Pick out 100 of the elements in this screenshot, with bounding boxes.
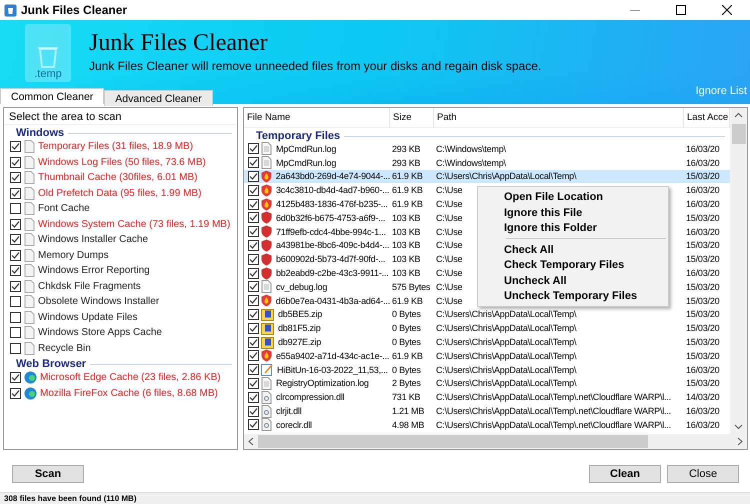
last-access-date: 16/03/20 <box>686 144 720 154</box>
scan-area-item[interactable]: Temporary Files (31 files, 18.9 MB) <box>38 141 194 152</box>
scan-area-item[interactable]: Windows Store Apps Cache <box>38 327 162 338</box>
checkbox[interactable] <box>248 364 259 376</box>
file-path: C:\Use <box>436 226 462 237</box>
scan-area-item[interactable]: Windows Installer Cache <box>38 234 148 246</box>
checkbox[interactable] <box>248 281 259 292</box>
checkbox[interactable] <box>248 406 259 417</box>
checkbox[interactable] <box>10 312 21 323</box>
close-button[interactable]: Close <box>667 464 739 482</box>
shield-icon <box>261 294 272 308</box>
checkbox[interactable] <box>248 336 259 348</box>
status-text: 308 files have been found (110 MB) <box>0 492 750 504</box>
scan-area-item[interactable]: Font Cache <box>38 203 90 214</box>
checkbox[interactable] <box>10 172 21 184</box>
file-path: C:\Users\Chris\AppData\Local\Temp\ <box>436 350 576 361</box>
file-path: C:\Users\Chris\AppData\Local\Temp\.net\Cloudflare WARP\l... <box>436 392 671 402</box>
checkbox[interactable] <box>248 295 259 306</box>
shield-icon <box>261 198 272 211</box>
gear-file-icon <box>261 418 272 432</box>
checkbox[interactable] <box>10 265 21 276</box>
file-icon <box>24 280 35 293</box>
tab[interactable]: Common Cleaner <box>0 88 104 104</box>
checkbox[interactable] <box>248 226 259 238</box>
checkbox[interactable] <box>248 170 259 182</box>
checkbox[interactable] <box>248 157 259 168</box>
scan-area-item[interactable]: Windows System Cache (73 files, 1.19 MB) <box>38 218 230 230</box>
vertical-scrollbar[interactable] <box>730 108 747 434</box>
file-name: MpCmdRun.log <box>276 144 336 154</box>
file-path: C:\Use <box>436 199 462 210</box>
scan-area-item[interactable]: Memory Dumps <box>38 250 109 261</box>
menu-item[interactable]: Ignore this Folder <box>478 220 668 236</box>
scan-area-item[interactable]: Microsoft Edge Cache (23 files, 2.86 KB) <box>40 372 221 384</box>
scan-area-item[interactable]: Obsolete Windows Installer <box>38 296 160 308</box>
checkbox[interactable] <box>10 280 21 292</box>
file-name: bb2eabd9-c2be-43c3-9911-... <box>276 268 389 278</box>
clean-button[interactable]: Clean <box>589 464 661 482</box>
checkbox[interactable] <box>248 254 259 265</box>
file-name: db5BE5.zip <box>278 309 322 320</box>
scan-area-item[interactable]: Mozilla FireFox Cache (6 files, 8.68 MB) <box>40 388 218 399</box>
checkbox[interactable] <box>10 388 21 399</box>
file-name: 71ff9efb-cdc4-4bbe-994c-1... <box>276 226 386 237</box>
checkbox[interactable] <box>248 184 259 196</box>
file-name: 4125b483-1836-476f-b235-... <box>276 199 388 210</box>
menu-item[interactable]: Open File Location <box>478 189 668 204</box>
checkbox[interactable] <box>10 234 21 246</box>
checkbox[interactable] <box>10 218 21 230</box>
menu-item[interactable]: Check Temporary Files <box>478 257 668 272</box>
checkbox[interactable] <box>248 240 259 251</box>
checkbox[interactable] <box>10 327 21 338</box>
checkbox[interactable] <box>248 322 259 334</box>
checkbox[interactable] <box>248 350 259 362</box>
checkbox[interactable] <box>248 143 259 154</box>
checkbox[interactable] <box>10 156 21 168</box>
window-title: Junk Files Cleaner <box>21 3 128 17</box>
file-size: 4.98 MB <box>392 420 424 430</box>
column-header[interactable]: File Name <box>244 108 390 127</box>
checkbox[interactable] <box>248 392 259 403</box>
file-name: 6d0b32f6-b675-4753-a6f9-... <box>276 212 386 223</box>
last-access-date: 16/03/20 <box>686 158 720 168</box>
checkbox[interactable] <box>10 188 21 199</box>
tab[interactable]: Advanced Cleaner <box>104 90 213 106</box>
scan-area-item[interactable]: Chkdsk File Fragments <box>38 280 141 292</box>
last-access-date: 16/03/20 <box>686 268 720 278</box>
checkbox[interactable] <box>10 372 21 384</box>
checkbox[interactable] <box>10 342 21 354</box>
scan-area-item[interactable]: Windows Log Files (50 files, 73.6 MB) <box>38 156 206 168</box>
file-path: C:\Use <box>436 240 462 250</box>
checkbox[interactable] <box>248 308 259 320</box>
file-icon <box>24 186 35 200</box>
checkbox[interactable] <box>248 378 259 389</box>
scan-area-item[interactable]: Recycle Bin <box>38 342 91 354</box>
scrollbar-thumb[interactable] <box>732 124 746 144</box>
checkbox[interactable] <box>10 203 21 214</box>
app-title: Junk Files Cleaner <box>89 30 269 57</box>
checkbox[interactable] <box>10 141 21 152</box>
menu-item[interactable]: Check All <box>478 242 668 257</box>
scan-area-item[interactable]: Windows Update Files <box>38 312 138 323</box>
checkbox[interactable] <box>248 212 259 224</box>
horizontal-scrollbar[interactable] <box>244 434 747 449</box>
checkbox[interactable] <box>248 419 259 430</box>
checkbox[interactable] <box>248 198 259 210</box>
menu-item[interactable]: Ignore this File <box>478 204 668 220</box>
column-header[interactable]: Size <box>390 108 434 127</box>
scan-area-item[interactable]: Old Prefetch Data (95 files, 1.99 MB) <box>38 188 202 199</box>
scan-area-item[interactable]: Thumbnail Cache (30files, 6.01 MB) <box>38 172 198 184</box>
file-path: C:\Users\Chris\AppData\Local\Temp\.net\Cloudflare WARP\l... <box>436 420 671 430</box>
checkbox[interactable] <box>10 296 21 308</box>
menu-item[interactable]: Uncheck All <box>478 272 668 288</box>
section-heading: Windows <box>16 127 64 139</box>
scan-button[interactable]: Scan <box>12 464 84 482</box>
scan-area-item[interactable]: Windows Error Reporting <box>38 265 150 276</box>
file-size: 61.9 KB <box>392 350 423 361</box>
group-heading: Temporary Files <box>256 130 340 142</box>
menu-item[interactable]: Uncheck Temporary Files <box>478 288 668 304</box>
checkbox[interactable] <box>248 268 259 279</box>
column-header[interactable]: Path <box>434 108 684 127</box>
file-size: 731 KB <box>392 392 420 402</box>
checkbox[interactable] <box>10 250 21 261</box>
trash-icon <box>37 44 59 68</box>
